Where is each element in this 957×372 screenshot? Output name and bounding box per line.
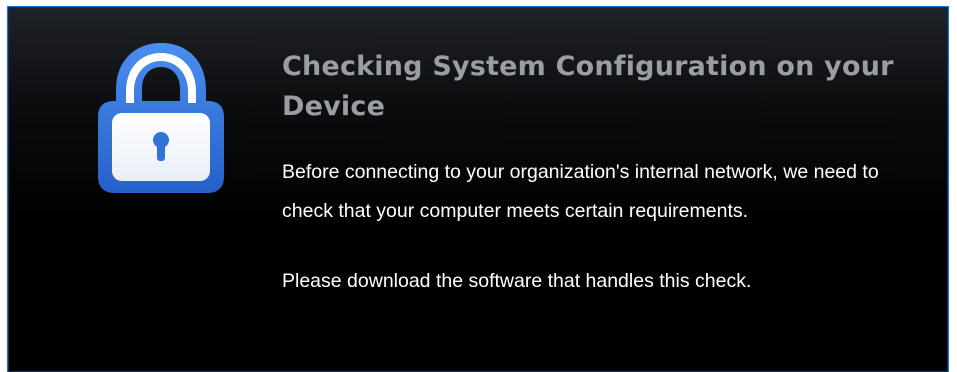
dialog-content: Checking System Configuration on your De…: [282, 47, 922, 301]
dialog-title: Checking System Configuration on your De…: [282, 51, 894, 122]
security-check-dialog: Checking System Configuration on your De…: [7, 6, 949, 372]
download-instruction: Please download the software that handle…: [282, 270, 752, 292]
window-frame: Checking System Configuration on your De…: [0, 0, 957, 372]
padlock-icon: [86, 37, 236, 197]
info-paragraph: Before connecting to your organization's…: [282, 161, 879, 222]
